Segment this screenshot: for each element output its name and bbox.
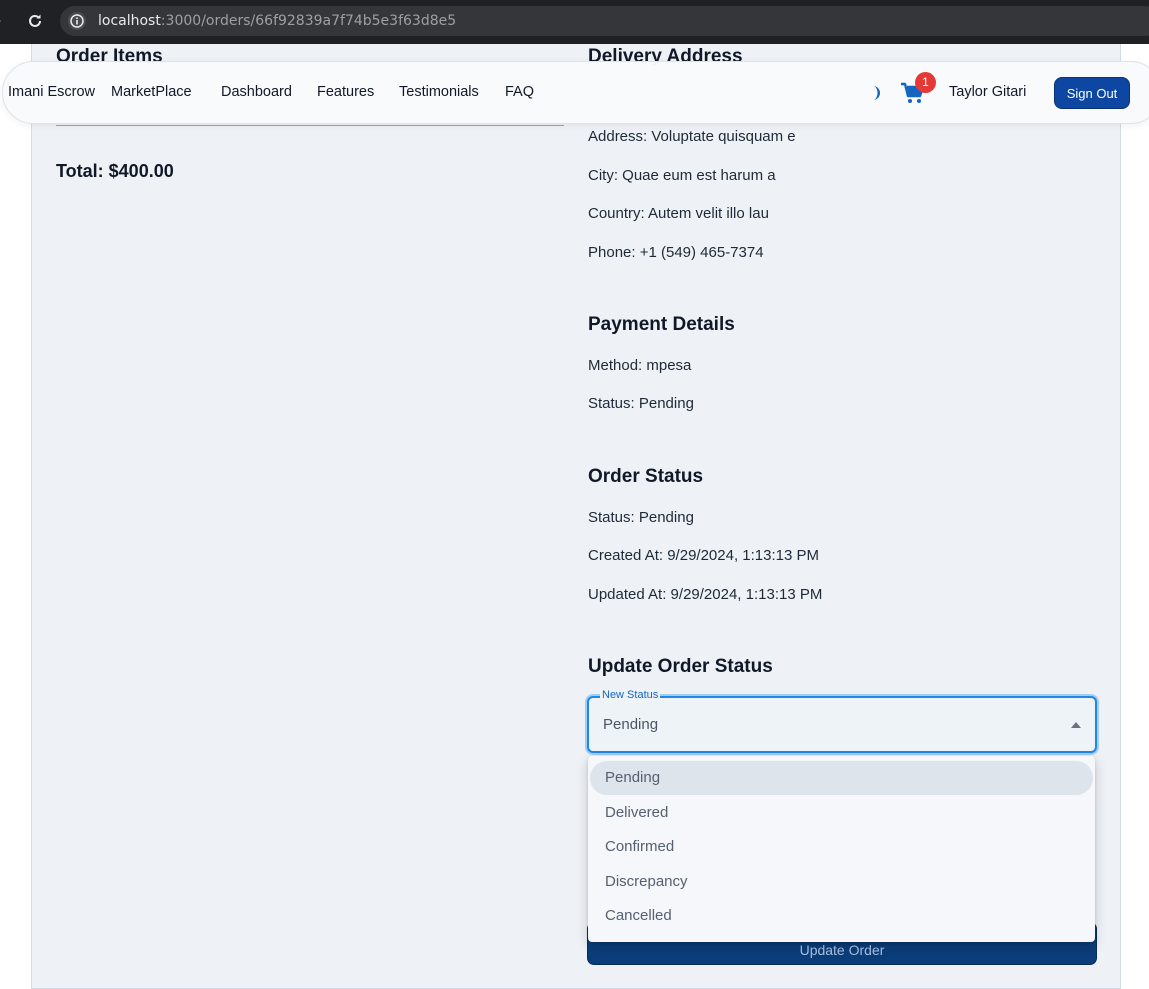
user-name[interactable]: Taylor Gitari <box>949 84 1026 100</box>
nav-marketplace[interactable]: MarketPlace <box>111 84 192 100</box>
caret-up-icon <box>1071 722 1081 728</box>
status-dropdown-menu: Pending Delivered Confirmed Discrepancy … <box>588 756 1095 942</box>
status-select[interactable]: Pending <box>587 696 1097 753</box>
divider <box>56 125 564 126</box>
order-status-value: Status: Pending <box>588 509 694 526</box>
nav-faq[interactable]: FAQ <box>505 84 534 100</box>
sign-out-button[interactable]: Sign Out <box>1054 77 1130 109</box>
url-path: :3000/orders/66f92839a7f74b5e3f63d8e5 <box>160 13 457 29</box>
back-icon[interactable]: › <box>0 12 8 30</box>
browser-toolbar: › localhost:3000/orders/66f92839a7f74b5e… <box>0 0 1149 44</box>
country-line: Country: Autem velit illo lau <box>588 205 769 222</box>
updated-at: Updated At: 9/29/2024, 1:13:13 PM <box>588 586 823 603</box>
nav-features[interactable]: Features <box>317 84 374 100</box>
address-bar[interactable]: localhost:3000/orders/66f92839a7f74b5e3f… <box>60 6 1149 36</box>
status-select-value: Pending <box>603 716 659 733</box>
url-text: localhost:3000/orders/66f92839a7f74b5e3f… <box>98 12 456 30</box>
payment-details-title: Payment Details <box>588 314 735 335</box>
option-delivered[interactable]: Delivered <box>590 796 1093 830</box>
nav-testimonials[interactable]: Testimonials <box>399 84 479 100</box>
url-host: localhost <box>98 13 161 29</box>
payment-method: Method: mpesa <box>588 357 692 374</box>
order-total: Total: $400.00 <box>56 161 174 181</box>
address-line: Address: Voluptate quisquam e <box>588 128 796 145</box>
brand-link[interactable]: Imani Escrow <box>8 84 95 100</box>
created-at: Created At: 9/29/2024, 1:13:13 PM <box>588 547 819 564</box>
option-discrepancy[interactable]: Discrepancy <box>590 865 1093 899</box>
nav-dashboard[interactable]: Dashboard <box>221 84 292 100</box>
moon-icon[interactable] <box>864 84 882 102</box>
payment-status: Status: Pending <box>588 395 694 412</box>
cart-count-badge: 1 <box>915 72 936 93</box>
site-info-icon[interactable] <box>68 12 86 30</box>
city-line: City: Quae eum est harum a <box>588 167 776 184</box>
option-cancelled[interactable]: Cancelled <box>590 899 1093 933</box>
navbar: Imani Escrow MarketPlace Dashboard Featu… <box>2 61 1149 124</box>
reload-icon[interactable] <box>25 11 45 31</box>
option-pending[interactable]: Pending <box>590 761 1093 795</box>
option-confirmed[interactable]: Confirmed <box>590 830 1093 864</box>
update-order-status-title: Update Order Status <box>588 656 773 677</box>
order-status-title: Order Status <box>588 466 704 487</box>
status-select-label: New Status <box>600 689 661 701</box>
phone-line: Phone: +1 (549) 465-7374 <box>588 244 764 261</box>
